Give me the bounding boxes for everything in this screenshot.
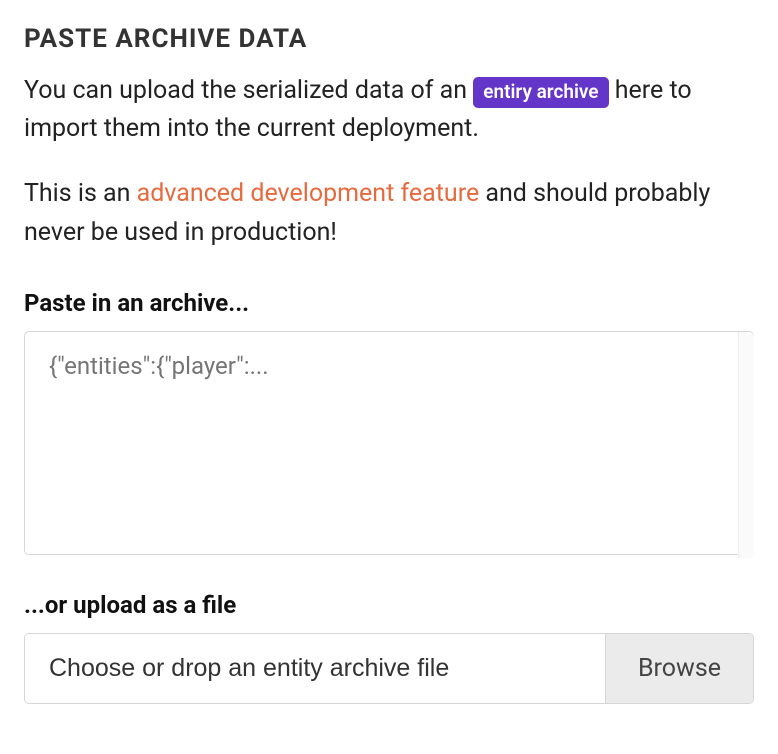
paste-section-label: Paste in an archive... bbox=[24, 289, 754, 317]
scrollbar-track[interactable] bbox=[738, 332, 754, 558]
upload-section-label: ...or upload as a file bbox=[24, 591, 754, 619]
warning-prefix: This is an bbox=[24, 179, 137, 208]
page-heading: PASTE ARCHIVE DATA bbox=[24, 24, 754, 54]
entity-archive-tag: entiry archive bbox=[473, 77, 608, 108]
browse-button[interactable]: Browse bbox=[605, 634, 753, 703]
warning-text: This is an advanced development feature … bbox=[24, 175, 754, 253]
advanced-feature-link[interactable]: advanced development feature bbox=[137, 179, 480, 208]
file-input[interactable] bbox=[25, 634, 605, 703]
description-text: You can upload the serialized data of an… bbox=[24, 72, 754, 147]
archive-textarea-wrapper bbox=[24, 331, 754, 559]
archive-textarea[interactable] bbox=[24, 331, 754, 555]
description-prefix: You can upload the serialized data of an bbox=[24, 76, 473, 105]
file-input-row: Browse bbox=[24, 633, 754, 704]
